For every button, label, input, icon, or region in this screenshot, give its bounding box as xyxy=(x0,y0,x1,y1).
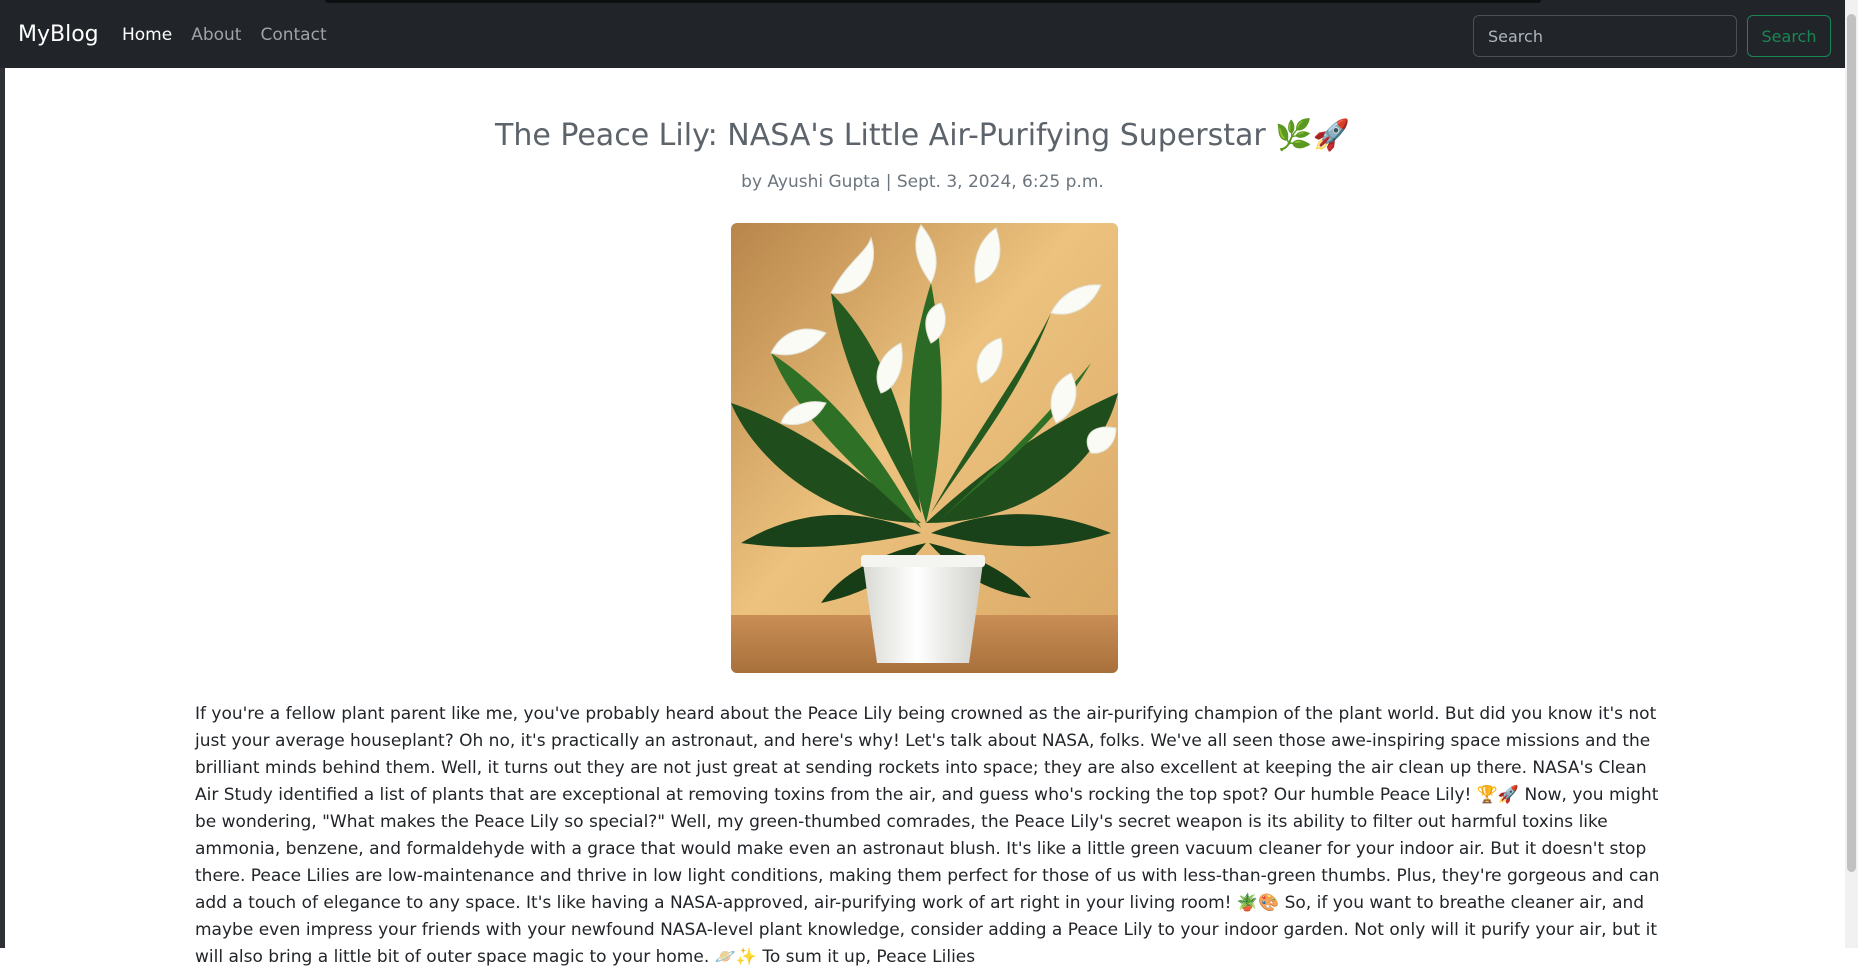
post-image xyxy=(731,223,1118,673)
nav-link-about[interactable]: About xyxy=(191,24,241,46)
peace-lily-image xyxy=(731,223,1118,673)
nav-link-home[interactable]: Home xyxy=(122,24,172,46)
post-title: The Peace Lily: NASA's Little Air-Purify… xyxy=(495,118,1350,153)
window-left-edge xyxy=(0,68,5,948)
scrollbar-thumb[interactable] xyxy=(1847,14,1856,872)
nav-link-contact[interactable]: Contact xyxy=(260,24,326,46)
search-button[interactable]: Search xyxy=(1747,15,1831,57)
search-input[interactable] xyxy=(1473,15,1737,57)
navbar: MyBlog Home About Contact Search xyxy=(0,0,1858,68)
post-body: If you're a fellow plant parent like me,… xyxy=(195,704,1660,967)
brand-link[interactable]: MyBlog xyxy=(18,21,99,49)
post-meta: by Ayushi Gupta | Sept. 3, 2024, 6:25 p.… xyxy=(741,172,1104,192)
nav-links: Home About Contact xyxy=(122,24,327,46)
window-top-edge xyxy=(325,0,1541,3)
